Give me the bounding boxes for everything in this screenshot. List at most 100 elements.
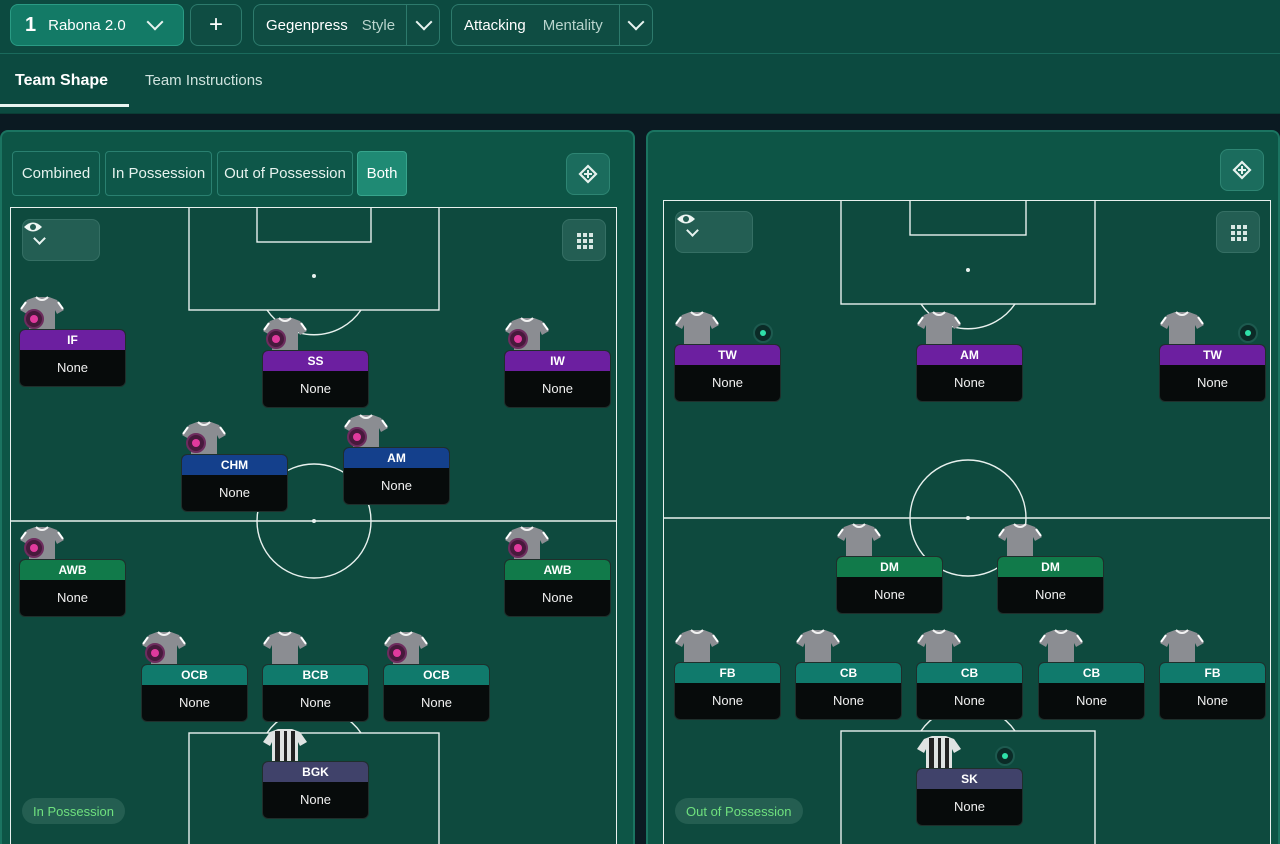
player-card[interactable]: TW None [1159,344,1266,402]
tactic-selector[interactable]: 1 Rabona 2.0 [10,4,184,46]
role-label: AWB [505,560,610,580]
role-label: BGK [263,762,368,782]
divider [406,5,407,45]
instruction-icon[interactable] [753,323,773,343]
swap-icon [578,164,598,184]
style-selector[interactable]: Gegenpress Style [253,4,440,46]
instruction-icon[interactable] [347,427,367,447]
player-card[interactable]: FB None [674,662,781,720]
instruction-icon[interactable] [387,643,407,663]
player-card[interactable]: FB None [1159,662,1266,720]
phase-badge: In Possession [22,798,125,824]
player-card[interactable]: AWB None [19,559,126,617]
pitch-out-of-possession: Out of Possession TW None AM None TW None DM No… [663,200,1271,844]
player-name: None [1196,375,1229,390]
grid-icon [577,233,593,249]
mode-in-possession-button[interactable]: In Possession [105,151,212,196]
player-card[interactable]: AWB None [504,559,611,617]
player-name: None [178,695,211,710]
player-card[interactable]: AM None [343,447,450,505]
player-card[interactable]: SK None [916,768,1023,826]
player-name: None [218,485,251,500]
mode-combined-button[interactable]: Combined [12,151,100,196]
swap-button[interactable] [566,153,610,195]
role-label: AM [344,448,449,468]
player-card[interactable]: CB None [916,662,1023,720]
player-card[interactable]: TW None [674,344,781,402]
role-label: FB [675,663,780,683]
tactic-toolbar: 1 Rabona 2.0 + Gegenpress Style Attackin… [0,0,1280,54]
player-name: None [420,695,453,710]
instruction-icon[interactable] [186,433,206,453]
player-card[interactable]: DM None [997,556,1104,614]
player-name: None [56,590,89,605]
player-name: None [380,478,413,493]
style-label: Style [361,16,396,34]
role-label: BCB [263,665,368,685]
chevron-down-icon [627,13,645,31]
tab-team-shape[interactable]: Team Shape [15,72,108,90]
grid-view-button[interactable] [1216,211,1260,253]
player-card[interactable]: CHM None [181,454,288,512]
player-card[interactable]: SS None [262,350,369,408]
player-card[interactable]: IW None [504,350,611,408]
divider [619,5,620,45]
player-name: None [832,693,865,708]
instruction-icon[interactable] [145,643,165,663]
player-card[interactable]: BCB None [262,664,369,722]
role-label: OCB [142,665,247,685]
instruction-icon[interactable] [1238,323,1258,343]
add-tactic-button[interactable]: + [190,4,242,46]
mentality-selector[interactable]: Attacking Mentality [451,4,653,46]
player-name: None [1034,587,1067,602]
player-name: None [541,381,574,396]
player-name: None [299,792,332,807]
swap-icon [1232,160,1252,180]
player-name: None [299,381,332,396]
player-card[interactable]: OCB None [383,664,490,722]
player-card[interactable]: IF None [19,329,126,387]
pitch-in-possession: In Possession IF None SS None IW None CHM None A… [10,207,617,844]
visibility-toggle[interactable] [675,211,753,253]
player-card[interactable]: CB None [1038,662,1145,720]
tactic-name: Rabona 2.0 [48,16,126,34]
instruction-icon[interactable] [266,329,286,349]
role-label: DM [837,557,942,577]
player-card[interactable]: OCB None [141,664,248,722]
tab-team-instructions[interactable]: Team Instructions [145,72,263,89]
player-card[interactable]: BGK None [262,761,369,819]
mode-out-of-possession-button[interactable]: Out of Possession [217,151,353,196]
role-label: DM [998,557,1103,577]
style-value: Gegenpress [266,16,348,34]
instruction-icon[interactable] [995,746,1015,766]
player-card[interactable]: CB None [795,662,902,720]
grid-icon [1231,225,1247,241]
instruction-icon[interactable] [508,538,528,558]
player-name: None [711,375,744,390]
player-name: None [299,695,332,710]
grid-view-button[interactable] [562,219,606,261]
mode-both-button[interactable]: Both [357,151,407,196]
role-label: CHM [182,455,287,475]
role-label: OCB [384,665,489,685]
role-label: CB [1039,663,1144,683]
role-label: CB [796,663,901,683]
instruction-icon[interactable] [24,538,44,558]
instruction-icon[interactable] [24,309,44,329]
player-card[interactable]: DM None [836,556,943,614]
role-label: IW [505,351,610,371]
tactic-number: 1 [25,13,37,36]
player-name: None [953,375,986,390]
player-name: None [953,693,986,708]
tabs-bar: Team Shape Team Instructions [0,54,1280,114]
role-label: SK [917,769,1022,789]
player-card[interactable]: AM None [916,344,1023,402]
role-label: TW [1160,345,1265,365]
player-name: None [56,360,89,375]
visibility-toggle[interactable] [22,219,100,261]
active-tab-indicator [0,104,129,107]
role-label: TW [675,345,780,365]
role-label: SS [263,351,368,371]
instruction-icon[interactable] [508,329,528,349]
swap-button[interactable] [1220,149,1264,191]
